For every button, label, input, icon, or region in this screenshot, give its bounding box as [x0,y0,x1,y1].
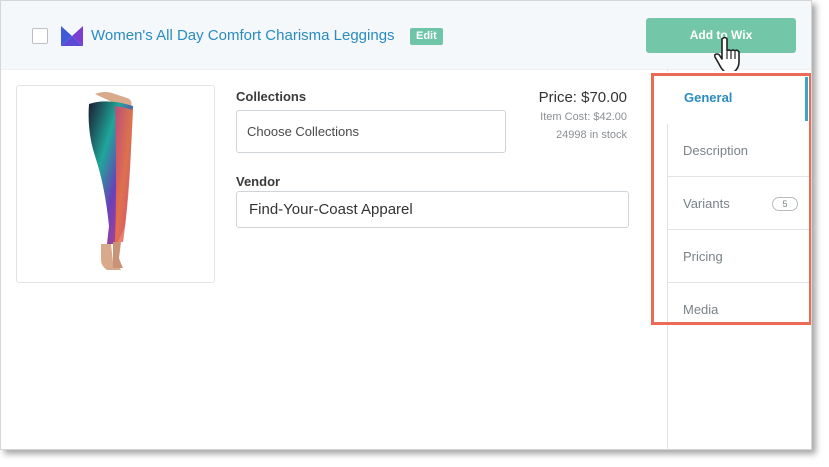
tab-pricing[interactable]: Pricing [668,230,811,283]
brand-logo-icon [61,26,83,46]
collections-label: Collections [236,89,307,104]
vendor-input[interactable]: Find-Your-Coast Apparel [236,191,629,228]
tab-general-label: General [684,90,733,105]
item-cost-text: Item Cost: $42.00 [540,111,627,123]
tab-description-label: Description [683,143,749,158]
stock-text: 24998 in stock [556,129,627,141]
tab-media-label: Media [683,302,719,317]
tab-variants-label: Variants [683,196,730,211]
edit-button[interactable]: Edit [410,28,443,45]
active-tab-indicator [805,77,808,121]
price-text: Price: $70.00 [538,89,627,106]
product-image [16,85,215,283]
tab-variants[interactable]: Variants 5 [668,177,811,230]
variants-count-badge: 5 [772,197,798,211]
tab-description[interactable]: Description [668,124,811,177]
tab-pricing-label: Pricing [683,249,723,264]
tab-media[interactable]: Media [668,283,811,336]
tab-general[interactable]: General [650,71,811,124]
product-title-link[interactable]: Women's All Day Comfort Charisma Legging… [91,27,395,44]
product-card: Women's All Day Comfort Charisma Legging… [0,0,812,450]
collections-select[interactable]: Choose Collections [236,110,506,153]
vendor-label: Vendor [236,174,281,189]
tabs-panel: General Description Variants 5 Pricing M… [650,69,811,449]
select-checkbox[interactable] [32,28,48,44]
product-header: Women's All Day Comfort Charisma Legging… [1,1,811,73]
